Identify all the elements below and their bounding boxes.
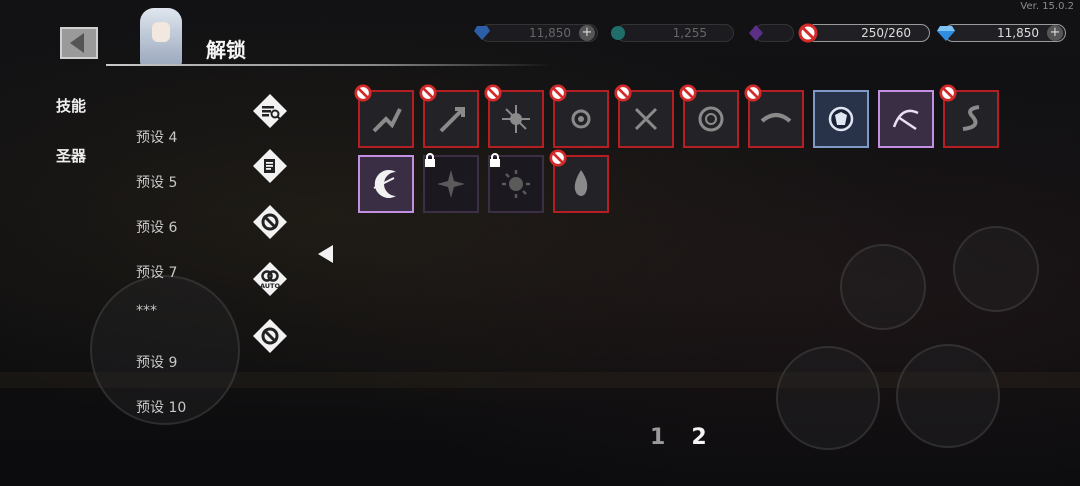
skill-sun-gear-icon (502, 170, 530, 198)
coin-icon (607, 22, 629, 44)
skill-cross-blades[interactable] (614, 84, 674, 148)
skill-grid (354, 84, 1018, 213)
crystal-icon (745, 22, 767, 44)
back-arrow-icon (70, 33, 84, 53)
skill-dash-swipe-icon (760, 113, 792, 123)
skill-burst-eye[interactable] (549, 84, 609, 148)
collapse-arrow-icon[interactable] (318, 245, 333, 263)
preset-4[interactable]: 预设 4 (136, 127, 177, 147)
preset-9[interactable]: 预设 9 (136, 352, 177, 372)
back-button[interactable] (60, 27, 98, 59)
preset-10[interactable]: 预设 10 (136, 397, 186, 417)
skill-crescent-slash[interactable] (358, 155, 414, 213)
scroll-icon[interactable] (250, 147, 290, 185)
ban-icon (614, 84, 632, 102)
page-1-button[interactable]: 1 (650, 425, 665, 450)
skill-flame-drop[interactable] (549, 149, 609, 213)
cancel-loop-icon[interactable] (250, 203, 290, 241)
preset-6[interactable]: 预设 6 (136, 217, 177, 237)
ban-icon (419, 84, 437, 102)
skill-dash-swipe[interactable] (744, 84, 804, 148)
tab-relics[interactable]: 圣器 (56, 145, 86, 166)
skill-serpent[interactable] (939, 84, 999, 148)
skill-crescent-slash-icon (373, 170, 396, 198)
pagination: 1 2 (650, 425, 707, 450)
ban-icon (679, 84, 697, 102)
list-search-icon[interactable] (250, 92, 290, 130)
lock-icon (423, 152, 437, 167)
dash-button-bg (953, 226, 1039, 312)
auto-loop-icon[interactable]: AUTO (250, 260, 290, 298)
ban-icon (484, 84, 502, 102)
skill-vortex-icon (698, 106, 724, 132)
currency-gem[interactable]: 11,850 + (474, 24, 598, 42)
avatar (140, 8, 182, 66)
tab-skills[interactable]: 技能 (56, 95, 86, 116)
currency-ban-count: 250/260 (798, 23, 930, 43)
skill-spiked-orb-icon (502, 105, 530, 133)
currency-diamond[interactable]: 11,850 + (937, 24, 1066, 42)
page-title: 解锁 (206, 38, 246, 62)
ban-icon (744, 84, 762, 102)
skill-sword-rise[interactable] (419, 84, 479, 148)
skill-cross-blades-icon (634, 107, 658, 131)
skill-sword-rise-icon (439, 107, 465, 133)
ban-icon (549, 149, 567, 167)
skill-shield-orb-icon (828, 106, 854, 132)
ban-icon (549, 84, 567, 102)
preset-7[interactable]: 预设 7 (136, 262, 177, 282)
skill-shuriken-icon (437, 170, 465, 198)
skill-spiked-orb[interactable] (484, 84, 544, 148)
skill-button-bg (840, 244, 926, 330)
title-divider (106, 64, 552, 66)
skill-serpent-icon (962, 105, 980, 131)
currency-coin-value: 1,255 (672, 26, 707, 40)
preset-8[interactable]: *** (136, 303, 157, 319)
page-2-button[interactable]: 2 (691, 425, 706, 450)
currency-gem-value: 11,850 (529, 26, 571, 40)
skill-shuriken[interactable] (423, 152, 479, 213)
jump-button-bg (896, 344, 1000, 448)
diamond-icon (935, 22, 957, 44)
currency-crystal (749, 24, 794, 42)
preset-5[interactable]: 预设 5 (136, 172, 177, 192)
skill-sun-gear[interactable] (488, 152, 544, 213)
skill-rising-strike-icon (372, 108, 402, 133)
ban-icon (797, 22, 819, 44)
skill-rising-strike[interactable] (354, 84, 414, 148)
ban-icon (354, 84, 372, 102)
skill-shield-orb[interactable] (813, 90, 869, 148)
add-gem-button[interactable]: + (579, 25, 595, 41)
skill-shadow-dash[interactable] (878, 90, 934, 148)
ban-icon (939, 84, 957, 102)
version-label: Ver. 15.0.2 (1020, 1, 1074, 12)
attack-button-bg (776, 346, 880, 450)
lock-icon (488, 152, 502, 167)
currency-coin[interactable]: 1,255 (611, 24, 734, 42)
skill-vortex[interactable] (679, 84, 739, 148)
cancel-loop-alt-icon[interactable] (250, 317, 290, 355)
skill-shadow-dash-icon (892, 109, 919, 131)
skill-burst-eye-icon (571, 109, 591, 129)
skill-flame-drop-icon (574, 170, 588, 196)
ban-count-value: 250/260 (861, 26, 911, 40)
diamond-value: 11,850 (997, 26, 1039, 40)
auto-label: AUTO (260, 282, 281, 290)
gem-icon (471, 22, 493, 44)
add-diamond-button[interactable]: + (1047, 25, 1063, 41)
